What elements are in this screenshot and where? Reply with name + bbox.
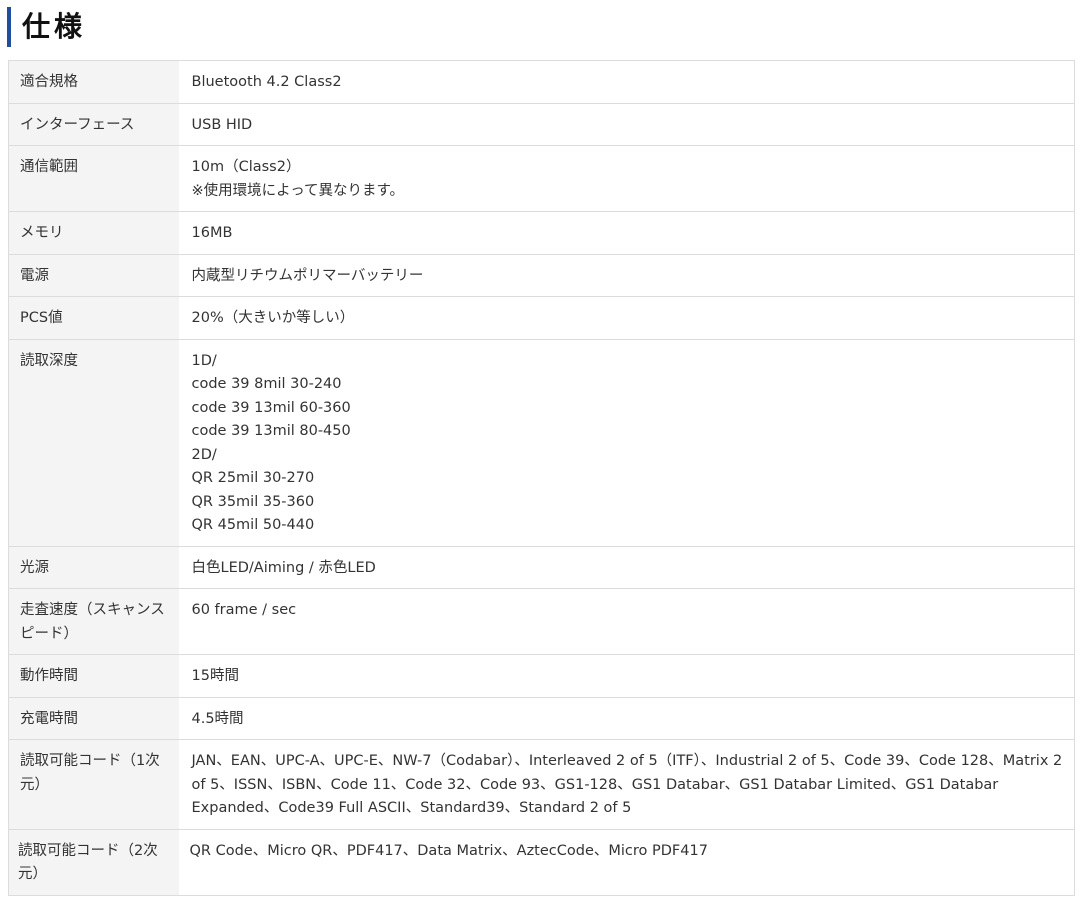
spec-label: 走査速度（スキャンスピード） <box>8 588 179 655</box>
section-title: 仕様 <box>22 10 87 43</box>
spec-label: 読取可能コード（2次元） <box>8 828 179 896</box>
spec-row: 光源 白色LED/Aiming / 赤色LED <box>8 545 1075 589</box>
spec-value: 1D/ code 39 8mil 30-240 code 39 13mil 60… <box>178 338 1075 547</box>
spec-label: 動作時間 <box>8 654 179 698</box>
spec-row: 電源 内蔵型リチウムポリマーバッテリー <box>8 253 1075 297</box>
spec-value: 白色LED/Aiming / 赤色LED <box>178 545 1075 589</box>
spec-label: 電源 <box>8 253 179 297</box>
spec-label: 読取深度 <box>8 338 179 547</box>
spec-value: 15時間 <box>178 654 1075 698</box>
spec-row: 通信範囲 10m（Class2） ※使用環境によって異なります。 <box>8 145 1075 212</box>
spec-value: JAN、EAN、UPC-A、UPC-E、NW-7（Codabar）、Interl… <box>178 739 1075 830</box>
spec-label: 充電時間 <box>8 696 179 740</box>
spec-label: 光源 <box>8 545 179 589</box>
spec-row: メモリ 16MB <box>8 211 1075 255</box>
spec-value: 20%（大きいか等しい） <box>178 296 1075 340</box>
spec-table: 適合規格 Bluetooth 4.2 Class2 インターフェース USB H… <box>8 60 1075 896</box>
spec-row: 読取可能コード（2次元） QR Code、Micro QR、PDF417、Dat… <box>8 828 1075 896</box>
spec-row: 適合規格 Bluetooth 4.2 Class2 <box>8 60 1075 104</box>
spec-value: USB HID <box>178 102 1075 146</box>
spec-value: 10m（Class2） ※使用環境によって異なります。 <box>178 145 1075 212</box>
spec-row: 読取可能コード（1次元） JAN、EAN、UPC-A、UPC-E、NW-7（Co… <box>8 739 1075 830</box>
spec-value: 16MB <box>178 211 1075 255</box>
spec-row: 充電時間 4.5時間 <box>8 696 1075 740</box>
spec-value: QR Code、Micro QR、PDF417、Data Matrix、Azte… <box>178 828 1075 896</box>
spec-row: 読取深度 1D/ code 39 8mil 30-240 code 39 13m… <box>8 338 1075 547</box>
spec-label: 読取可能コード（1次元） <box>8 739 179 830</box>
spec-value: Bluetooth 4.2 Class2 <box>178 60 1075 104</box>
spec-label: インターフェース <box>8 102 179 146</box>
spec-value: 4.5時間 <box>178 696 1075 740</box>
spec-row: 動作時間 15時間 <box>8 654 1075 698</box>
section-heading: 仕様 <box>7 7 86 47</box>
spec-label: メモリ <box>8 211 179 255</box>
spec-value: 内蔵型リチウムポリマーバッテリー <box>178 253 1075 297</box>
spec-label: 適合規格 <box>8 60 179 104</box>
spec-value: 60 frame / sec <box>178 588 1075 655</box>
spec-label: PCS値 <box>8 296 179 340</box>
spec-row: インターフェース USB HID <box>8 102 1075 146</box>
spec-row: 走査速度（スキャンスピード） 60 frame / sec <box>8 588 1075 655</box>
spec-row: PCS値 20%（大きいか等しい） <box>8 296 1075 340</box>
spec-label: 通信範囲 <box>8 145 179 212</box>
